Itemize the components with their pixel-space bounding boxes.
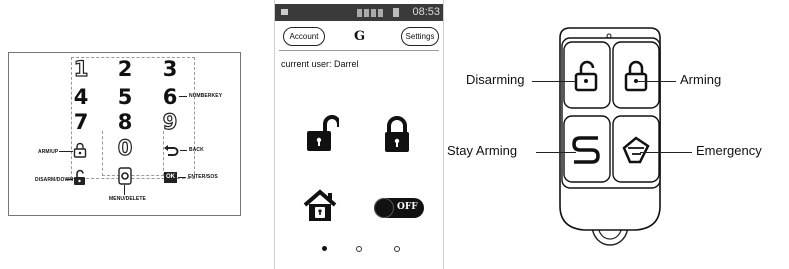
- arm-up-lock-icon[interactable]: [73, 142, 87, 158]
- phone-screen: 08:53 Account G Settings current user: D…: [274, 0, 444, 269]
- battery-icon: [393, 8, 399, 17]
- digit-3-key[interactable]: 3: [161, 59, 179, 80]
- stay-arming-pointer: [536, 152, 576, 153]
- digit-5-key[interactable]: 5: [116, 87, 134, 108]
- disarming-pointer: [532, 81, 576, 82]
- account-button[interactable]: Account: [283, 27, 325, 46]
- settings-button[interactable]: Settings: [401, 27, 439, 46]
- back-pointer: [180, 150, 187, 151]
- stay-arm-house-icon[interactable]: [302, 189, 338, 223]
- disarm-down-label: DISARM/DOWN: [35, 177, 74, 183]
- disarm-down-unlock-icon[interactable]: [73, 169, 88, 186]
- arming-pointer: [636, 81, 676, 82]
- disarm-unlock-icon[interactable]: [305, 115, 339, 153]
- emergency-pointer: [640, 152, 692, 153]
- arming-label: Arming: [680, 72, 722, 87]
- signal-icons: [357, 8, 391, 17]
- enter-sos-key[interactable]: OK: [164, 172, 177, 183]
- header-divider: [279, 50, 439, 51]
- digit-6-key[interactable]: 6: [161, 87, 179, 108]
- page-dot-1[interactable]: [322, 246, 327, 251]
- toggle-knob: [374, 198, 394, 218]
- enter-sos-label: ENTER/SOS: [188, 174, 218, 180]
- alarm-toggle[interactable]: OFF: [374, 198, 424, 218]
- back-label: BACK: [189, 147, 204, 153]
- numberkey-pointer: [179, 96, 187, 97]
- back-arrow-icon[interactable]: [163, 145, 179, 157]
- page-dot-2[interactable]: [356, 246, 362, 252]
- digit-2-key[interactable]: 2: [116, 59, 134, 80]
- arm-up-pointer: [59, 151, 73, 152]
- status-bar: 08:53: [275, 4, 443, 21]
- digit-8-key[interactable]: 8: [116, 112, 134, 133]
- disarm-down-pointer: [66, 179, 73, 180]
- arm-lock-icon[interactable]: [383, 116, 411, 154]
- toggle-label: OFF: [397, 202, 418, 212]
- key-fob-remote: [559, 27, 661, 246]
- keypad-panel: 1 2 3 4 5 6 7 8 9 0 NUMBERKEY ARM/UP DIS…: [8, 52, 241, 216]
- emergency-label: Emergency: [696, 143, 762, 158]
- digit-7-key[interactable]: 7: [72, 112, 90, 133]
- page-dot-3[interactable]: [394, 246, 400, 252]
- menu-delete-key-icon[interactable]: [118, 167, 132, 185]
- menu-delete-pointer: [124, 185, 125, 195]
- current-user-text: current user: Darrel: [281, 59, 359, 69]
- enter-sos-pointer: [178, 177, 186, 178]
- menu-delete-label: MENU/DELETE: [109, 196, 146, 202]
- disarming-label: Disarming: [466, 72, 525, 87]
- digit-0-key[interactable]: 0: [116, 137, 134, 159]
- status-time: 08:53: [412, 6, 440, 18]
- notification-icon: [281, 9, 288, 15]
- numberkey-label: NUMBERKEY: [189, 93, 223, 99]
- digit-9-key[interactable]: 9: [161, 111, 179, 133]
- arm-up-label: ARM/UP: [38, 149, 59, 155]
- stay-arming-label: Stay Arming: [447, 143, 518, 158]
- app-logo: G: [354, 29, 366, 44]
- digit-4-key[interactable]: 4: [72, 87, 90, 108]
- digit-1-key[interactable]: 1: [72, 58, 90, 80]
